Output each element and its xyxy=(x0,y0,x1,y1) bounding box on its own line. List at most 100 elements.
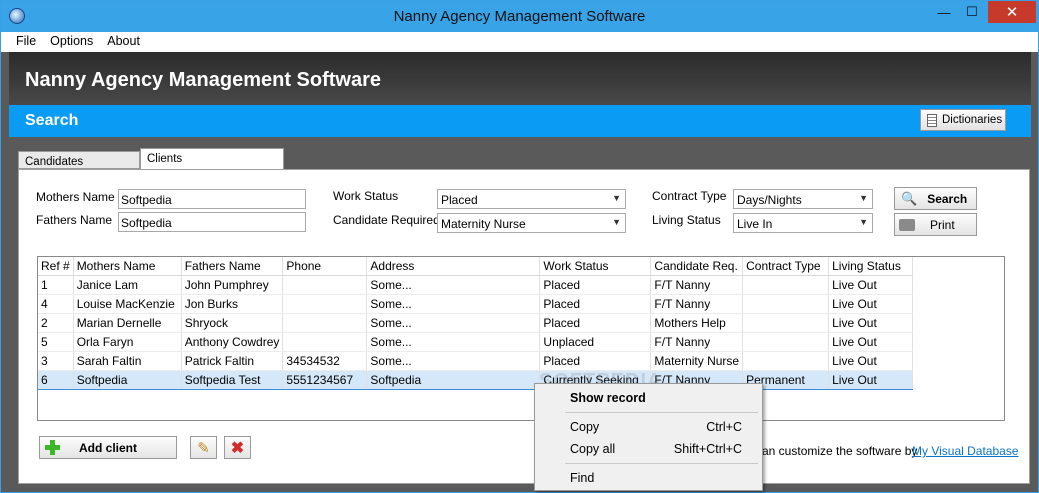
clients-grid[interactable]: Ref # Mothers Name Fathers Name Phone Ad… xyxy=(37,256,1005,421)
column-header[interactable]: Address xyxy=(366,257,541,276)
context-menu: Show record Copy Ctrl+C Copy all Shift+C… xyxy=(534,383,763,491)
cell: 5551234567 xyxy=(282,369,368,390)
cell xyxy=(742,294,830,314)
search-button[interactable]: 🔍 Search xyxy=(894,187,977,210)
footer-text: an customize the software by xyxy=(762,444,918,458)
show-record-label: Show record xyxy=(570,391,646,405)
delete-button[interactable]: ✖ xyxy=(224,436,251,459)
show-record-menu-item[interactable]: Show record xyxy=(536,388,761,408)
chevron-down-icon: ▼ xyxy=(859,217,868,227)
candidate-required-value: Maternity Nurse xyxy=(441,217,526,231)
column-header[interactable]: Work Status xyxy=(539,257,652,276)
pencil-icon: ✎ xyxy=(197,439,210,457)
cell: Unplaced xyxy=(539,332,652,352)
menu-separator xyxy=(565,412,758,413)
column-header[interactable]: Living Status xyxy=(828,257,914,276)
menu-file[interactable]: File xyxy=(9,32,43,52)
table-row[interactable]: 1 Janice Lam John Pumphrey Some... Place… xyxy=(38,275,914,295)
cell: Sarah Faltin xyxy=(73,351,182,371)
cell: Shryock xyxy=(181,313,284,333)
minimize-icon[interactable]: — xyxy=(931,1,957,23)
living-status-select[interactable]: Live In ▼ xyxy=(733,213,873,233)
chevron-down-icon: ▼ xyxy=(859,193,868,203)
copy-shortcut: Ctrl+C xyxy=(706,420,742,434)
candidate-required-label: Candidate Required xyxy=(333,213,440,227)
app-title: Nanny Agency Management Software xyxy=(25,69,382,91)
cell: 4 xyxy=(38,294,74,314)
column-header[interactable]: Phone xyxy=(282,257,368,276)
tab-candidates[interactable]: Candidates xyxy=(18,151,140,169)
menu-options[interactable]: Options xyxy=(43,32,100,52)
column-header[interactable]: Fathers Name xyxy=(181,257,284,276)
cell xyxy=(742,275,830,295)
cell: 2 xyxy=(38,313,74,333)
table-header-row: Ref # Mothers Name Fathers Name Phone Ad… xyxy=(38,257,914,276)
plus-icon xyxy=(45,440,60,455)
cell: Anthony Cowdrey xyxy=(181,332,284,352)
dictionaries-label: Dictionaries xyxy=(942,114,1003,126)
work-status-select[interactable]: Placed ▼ xyxy=(437,189,626,209)
copy-all-shortcut: Shift+Ctrl+C xyxy=(673,442,742,456)
search-header: Search Dictionaries xyxy=(9,105,1031,137)
copy-all-menu-item[interactable]: Copy all Shift+Ctrl+C xyxy=(536,439,761,459)
cell: Jon Burks xyxy=(181,294,284,314)
cell: Placed xyxy=(539,294,652,314)
edit-button[interactable]: ✎ xyxy=(190,436,217,459)
table-row[interactable]: 3 Sarah Faltin Patrick Faltin 34534532 S… xyxy=(38,351,914,371)
cell: Live Out xyxy=(828,351,914,371)
cell: Marian Dernelle xyxy=(73,313,182,333)
fathers-name-input[interactable]: Softpedia xyxy=(118,212,306,232)
table-row-selected[interactable]: 6 Softpedia Softpedia Test 5551234567 So… xyxy=(38,369,914,390)
print-button-label: Print xyxy=(930,217,955,232)
chevron-down-icon: ▼ xyxy=(612,217,621,227)
cell: Louise MacKenzie xyxy=(73,294,182,314)
table-row[interactable]: 5 Orla Faryn Anthony Cowdrey Some... Unp… xyxy=(38,332,914,352)
find-label: Find xyxy=(570,471,595,485)
mothers-name-input[interactable]: Softpedia xyxy=(118,189,306,209)
contract-type-value: Days/Nights xyxy=(737,193,802,207)
cell: Some... xyxy=(366,294,541,314)
my-visual-database-link[interactable]: My Visual Database xyxy=(912,444,1019,458)
column-header[interactable]: Mothers Name xyxy=(73,257,182,276)
column-header[interactable]: Candidate Req. xyxy=(650,257,744,276)
cell: Placed xyxy=(539,275,652,295)
cell: Live Out xyxy=(828,294,914,314)
copy-menu-item[interactable]: Copy Ctrl+C xyxy=(536,417,761,437)
tab-clients[interactable]: Clients xyxy=(140,148,284,170)
work-status-label: Work Status xyxy=(333,189,399,203)
cell: Maternity Nurse xyxy=(650,351,744,371)
chevron-down-icon: ▼ xyxy=(612,193,621,203)
column-header[interactable]: Contract Type xyxy=(742,257,830,276)
title-bar: Nanny Agency Management Software — ☐ ✕ xyxy=(1,1,1038,32)
contract-type-label: Contract Type xyxy=(652,189,727,203)
cell xyxy=(282,275,368,295)
cell: F/T Nanny xyxy=(650,332,744,352)
cell: Some... xyxy=(366,275,541,295)
copy-all-label: Copy all xyxy=(570,442,616,456)
menu-separator xyxy=(565,463,758,464)
cell: 6 xyxy=(38,369,74,390)
cell: Live Out xyxy=(828,313,914,333)
maximize-icon[interactable]: ☐ xyxy=(959,1,985,23)
menu-about[interactable]: About xyxy=(100,32,147,52)
close-icon[interactable]: ✕ xyxy=(988,1,1036,23)
candidate-required-select[interactable]: Maternity Nurse ▼ xyxy=(437,213,626,233)
table-row[interactable]: 4 Louise MacKenzie Jon Burks Some... Pla… xyxy=(38,294,914,314)
app-header: Nanny Agency Management Software xyxy=(9,52,1031,106)
living-status-value: Live In xyxy=(737,217,773,231)
dictionaries-button[interactable]: Dictionaries xyxy=(920,109,1006,131)
find-menu-item[interactable]: Find xyxy=(536,468,761,488)
clients-panel: Mothers Name Softpedia Fathers Name Soft… xyxy=(18,169,1030,484)
cell: F/T Nanny xyxy=(650,275,744,295)
table-row[interactable]: 2 Marian Dernelle Shryock Some... Placed… xyxy=(38,313,914,333)
cell: Some... xyxy=(366,332,541,352)
column-header[interactable]: Ref # xyxy=(38,257,74,276)
delete-icon: ✖ xyxy=(230,439,245,457)
cell xyxy=(282,332,368,352)
mothers-name-label: Mothers Name xyxy=(36,190,115,204)
cell: 1 xyxy=(38,275,74,295)
contract-type-select[interactable]: Days/Nights ▼ xyxy=(733,189,873,209)
add-client-button[interactable]: Add client xyxy=(39,436,177,459)
print-button[interactable]: Print xyxy=(894,213,977,236)
cell: Live Out xyxy=(828,275,914,295)
